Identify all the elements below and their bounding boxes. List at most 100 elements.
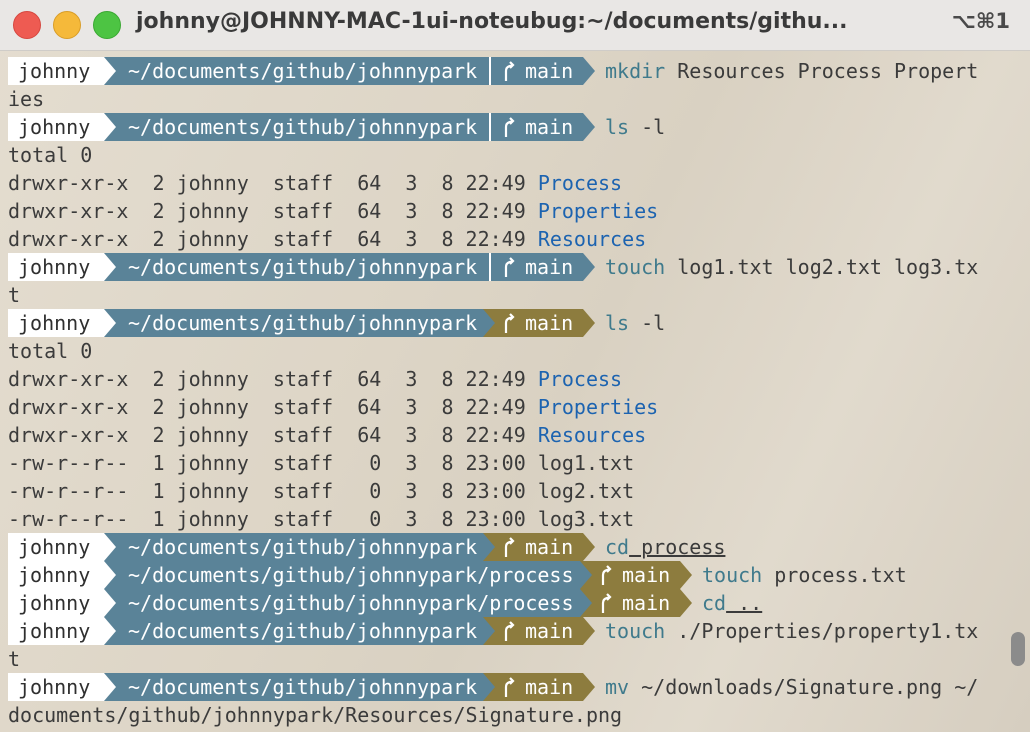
command-text[interactable]: ls -l bbox=[605, 113, 665, 141]
terminal-window: johnny@JOHNNY-MAC-1ui-noteubug:~/documen… bbox=[0, 0, 1030, 732]
command-args: -l bbox=[629, 115, 666, 139]
prompt-separator bbox=[489, 113, 491, 141]
prompt-end-arrow bbox=[583, 57, 595, 85]
command-text[interactable]: mv ~/downloads/Signature.png ~/ bbox=[605, 673, 978, 701]
command-name: mv bbox=[605, 675, 630, 699]
prompt-user: johnny bbox=[8, 673, 104, 701]
zoom-button[interactable] bbox=[93, 11, 121, 39]
prompt-separator bbox=[104, 253, 116, 281]
directory-name: Properties bbox=[537, 395, 659, 419]
file-name: log1.txt bbox=[537, 451, 635, 475]
command-args: Resources Process Propert bbox=[665, 59, 979, 83]
command-text[interactable]: cd process bbox=[605, 533, 725, 561]
git-branch-icon bbox=[504, 117, 515, 137]
git-branch-icon bbox=[504, 621, 515, 641]
command-text[interactable]: touch log1.txt log2.txt log3.tx bbox=[605, 253, 978, 281]
minimize-button[interactable] bbox=[53, 11, 81, 39]
ls-entry-meta: drwxr-xr-x 2 johnny staff 64 3 8 22:49 bbox=[8, 171, 538, 195]
window-shortcut: ⌥⌘1 bbox=[951, 9, 1010, 33]
ls-entry: -rw-r--r-- 1 johnny staff 0 3 8 23:00 lo… bbox=[8, 477, 634, 505]
prompt-end-arrow bbox=[583, 673, 595, 701]
directory-name: Resources bbox=[537, 423, 647, 447]
prompt-path: ~/documents/github/johnnypark bbox=[104, 533, 483, 561]
ls-entry: drwxr-xr-x 2 johnny staff 64 3 8 22:49 P… bbox=[8, 169, 622, 197]
output-line: documents/github/johnnypark/Resources/Si… bbox=[8, 703, 623, 727]
ls-entry-meta: -rw-r--r-- 1 johnny staff 0 3 8 23:00 bbox=[8, 451, 538, 475]
title-bar[interactable]: johnny@JOHNNY-MAC-1ui-noteubug:~/documen… bbox=[0, 0, 1030, 51]
ls-entry-meta: drwxr-xr-x 2 johnny staff 64 3 8 22:49 bbox=[8, 367, 538, 391]
command-text[interactable]: mkdir Resources Process Propert bbox=[605, 57, 978, 85]
command-name: cd bbox=[605, 535, 630, 559]
ls-entry: drwxr-xr-x 2 johnny staff 64 3 8 22:49 R… bbox=[8, 225, 646, 253]
output-line: total 0 bbox=[8, 143, 93, 167]
file-name: log2.txt bbox=[537, 479, 635, 503]
prompt-user: johnny bbox=[8, 113, 104, 141]
prompt-separator bbox=[104, 673, 116, 701]
prompt-branch: main bbox=[483, 57, 583, 85]
git-branch-icon bbox=[601, 593, 612, 613]
ls-entry-meta: drwxr-xr-x 2 johnny staff 64 3 8 22:49 bbox=[8, 423, 538, 447]
command-text[interactable]: touch ./Properties/property1.tx bbox=[605, 617, 978, 645]
prompt-user: johnny bbox=[8, 309, 104, 337]
command-text[interactable]: touch process.txt bbox=[702, 561, 907, 589]
ls-entry-meta: drwxr-xr-x 2 johnny staff 64 3 8 22:49 bbox=[8, 199, 538, 223]
directory-name: Process bbox=[537, 171, 623, 195]
prompt-end-arrow bbox=[680, 561, 692, 589]
prompt-path: ~/documents/github/johnnypark bbox=[104, 253, 483, 281]
git-branch-icon bbox=[504, 257, 515, 277]
command-args: log1.txt log2.txt log3.tx bbox=[665, 255, 979, 279]
command-name: touch bbox=[702, 563, 763, 587]
ls-entry: drwxr-xr-x 2 johnny staff 64 3 8 22:49 P… bbox=[8, 197, 658, 225]
prompt-end-arrow bbox=[583, 253, 595, 281]
command-name: ls bbox=[605, 115, 630, 139]
prompt-separator bbox=[580, 589, 592, 617]
close-button[interactable] bbox=[13, 11, 41, 39]
git-branch-icon bbox=[504, 313, 515, 333]
prompt-branch: main bbox=[483, 533, 583, 561]
command-args: process bbox=[629, 535, 726, 559]
output-line: total 0 bbox=[8, 339, 93, 363]
prompt-path: ~/documents/github/johnnypark bbox=[104, 57, 483, 85]
prompt-branch: main bbox=[483, 309, 583, 337]
prompt-path: ~/documents/github/johnnypark bbox=[104, 673, 483, 701]
command-name: ls bbox=[605, 311, 630, 335]
window-title: johnny@JOHNNY-MAC-1ui-noteubug:~/documen… bbox=[136, 9, 848, 34]
command-text[interactable]: cd .. bbox=[702, 589, 762, 617]
command-text[interactable]: ls -l bbox=[605, 309, 665, 337]
prompt-user: johnny bbox=[8, 533, 104, 561]
prompt-branch: main bbox=[580, 561, 680, 589]
prompt-path: ~/documents/github/johnnypark/process bbox=[104, 589, 580, 617]
prompt-separator bbox=[104, 57, 116, 85]
prompt-branch: main bbox=[580, 589, 680, 617]
prompt-separator bbox=[104, 113, 116, 141]
prompt-end-arrow bbox=[583, 617, 595, 645]
command-name: touch bbox=[605, 255, 666, 279]
git-branch-icon bbox=[504, 61, 515, 81]
prompt-end-arrow bbox=[583, 113, 595, 141]
prompt-separator bbox=[580, 561, 592, 589]
prompt-separator bbox=[489, 57, 491, 85]
prompt-path: ~/documents/github/johnnypark bbox=[104, 113, 483, 141]
prompt-end-arrow bbox=[583, 533, 595, 561]
prompt-separator bbox=[483, 309, 495, 337]
command-name: cd bbox=[702, 591, 727, 615]
directory-name: Process bbox=[537, 367, 623, 391]
ls-entry: -rw-r--r-- 1 johnny staff 0 3 8 23:00 lo… bbox=[8, 449, 634, 477]
file-name: log3.txt bbox=[537, 507, 635, 531]
ls-entry: drwxr-xr-x 2 johnny staff 64 3 8 22:49 P… bbox=[8, 393, 658, 421]
command-args: -l bbox=[629, 311, 666, 335]
prompt-separator bbox=[104, 309, 116, 337]
output-line: t bbox=[8, 283, 21, 307]
prompt-separator bbox=[489, 253, 491, 281]
prompt-separator bbox=[104, 589, 116, 617]
prompt-end-arrow bbox=[680, 589, 692, 617]
ls-entry-meta: -rw-r--r-- 1 johnny staff 0 3 8 23:00 bbox=[8, 479, 538, 503]
ls-entry: -rw-r--r-- 1 johnny staff 0 3 8 23:00 lo… bbox=[8, 505, 634, 533]
command-args: process.txt bbox=[762, 563, 907, 587]
command-args: ~/downloads/Signature.png ~/ bbox=[629, 675, 979, 699]
scrollbar-thumb[interactable] bbox=[1011, 632, 1025, 666]
directory-name: Resources bbox=[537, 227, 647, 251]
output-line: t bbox=[8, 647, 21, 671]
terminal-output[interactable]: johnny ~/documents/github/johnnypark main m… bbox=[0, 57, 1000, 732]
prompt-branch: main bbox=[483, 673, 583, 701]
